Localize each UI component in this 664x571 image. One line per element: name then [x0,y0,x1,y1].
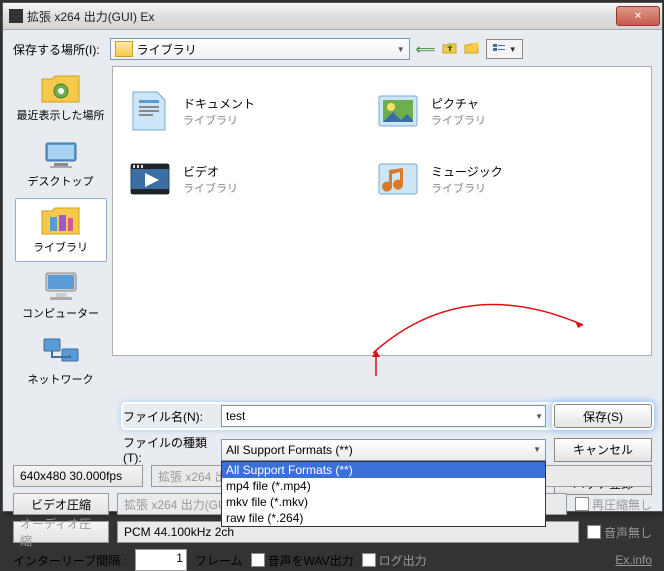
close-button[interactable]: ✕ [616,6,660,26]
sidebar-item-network[interactable]: ネットワーク [15,330,107,394]
sidebar-item-label: ネットワーク [28,371,94,387]
places-sidebar: 最近表示した場所 デスクトップ ライブラリ コンピューター ネットワーク [13,66,108,394]
file-type: ライブラリ [431,180,503,196]
folder-icon [115,41,133,57]
sidebar-item-recent[interactable]: 最近表示した場所 [15,66,107,130]
save-button[interactable]: 保存(S) [554,404,652,428]
sidebar-item-label: デスクトップ [28,173,94,189]
app-icon [9,9,23,23]
titlebar: 拡張 x264 出力(GUI) Ex ✕ [3,3,662,30]
up-icon[interactable] [442,40,458,59]
file-list[interactable]: ドキュメントライブラリ ピクチャライブラリ ビデオライブラリ ミュージックライブ… [112,66,652,356]
list-item[interactable]: ドキュメントライブラリ [123,77,371,145]
wav-output-checkbox[interactable]: 音声をWAV出力 [251,552,354,569]
window-title: 拡張 x264 出力(GUI) Ex [27,8,616,25]
videos-library-icon [127,156,173,202]
filetype-option[interactable]: raw file (*.264) [222,510,545,526]
computer-icon [40,269,82,303]
no-audio-checkbox[interactable]: 音声無し [587,524,652,541]
filetype-dropdown-list[interactable]: All Support Formats (**) mp4 file (*.mp4… [221,461,546,527]
interleave-label: インターリーブ間隔 : [13,552,127,569]
file-name: ビデオ [183,163,238,180]
chevron-down-icon: ▼ [397,45,405,54]
filetype-combo[interactable]: All Support Formats (**) ▼ [221,439,546,461]
network-icon [40,335,82,369]
chevron-down-icon: ▼ [533,445,541,454]
no-recompress-checkbox[interactable]: 再圧縮無し [575,496,652,513]
back-icon[interactable]: ⟸ [416,41,436,58]
file-name: ピクチャ [431,95,486,112]
documents-library-icon [127,88,173,134]
sidebar-item-desktop[interactable]: デスクトップ [15,132,107,196]
sidebar-item-label: ライブラリ [33,239,88,255]
sidebar-item-libraries[interactable]: ライブラリ [15,198,107,262]
file-type: ライブラリ [431,112,486,128]
interleave-input[interactable]: 1 [135,549,187,571]
filetype-option[interactable]: mp4 file (*.mp4) [222,478,545,494]
filetype-option[interactable]: mkv file (*.mkv) [222,494,545,510]
list-item[interactable]: ピクチャライブラリ [371,77,619,145]
filetype-option[interactable]: All Support Formats (**) [222,462,545,478]
ex-info-link[interactable]: Ex.info [615,553,652,567]
recent-places-icon [40,71,82,105]
list-item[interactable]: ミュージックライブラリ [371,145,619,213]
chevron-down-icon: ▼ [535,412,543,421]
sidebar-item-label: コンピューター [22,305,99,321]
pictures-library-icon [375,88,421,134]
audio-compress-button: オーディオ圧縮 [13,521,109,543]
log-output-checkbox[interactable]: ログ出力 [362,552,427,569]
file-name: ミュージック [431,163,503,180]
filename-value: test [226,409,245,423]
sidebar-item-label: 最近表示した場所 [17,107,105,123]
list-item[interactable]: ビデオライブラリ [123,145,371,213]
file-type: ライブラリ [183,112,255,128]
cancel-button[interactable]: キャンセル [554,438,652,462]
filename-label: ファイル名(N): [123,408,213,425]
desktop-icon [40,137,82,171]
file-name: ドキュメント [183,95,255,112]
new-folder-icon[interactable] [464,40,480,59]
location-combo-text: ライブラリ [137,41,197,58]
save-location-label: 保存する場所(I): [13,41,100,58]
libraries-icon [40,203,82,237]
file-type: ライブラリ [183,180,238,196]
resolution-fps-box: 640x480 30.000fps [13,465,143,487]
video-compress-button[interactable]: ビデオ圧縮 [13,493,109,515]
filetype-selected: All Support Formats (**) [226,443,353,457]
music-library-icon [375,156,421,202]
filename-input[interactable]: test ▼ [221,405,546,427]
location-combo[interactable]: ライブラリ ▼ [110,38,410,60]
view-menu-icon[interactable]: ▼ [486,39,523,59]
sidebar-item-computer[interactable]: コンピューター [15,264,107,328]
interleave-unit: フレーム [195,552,243,569]
